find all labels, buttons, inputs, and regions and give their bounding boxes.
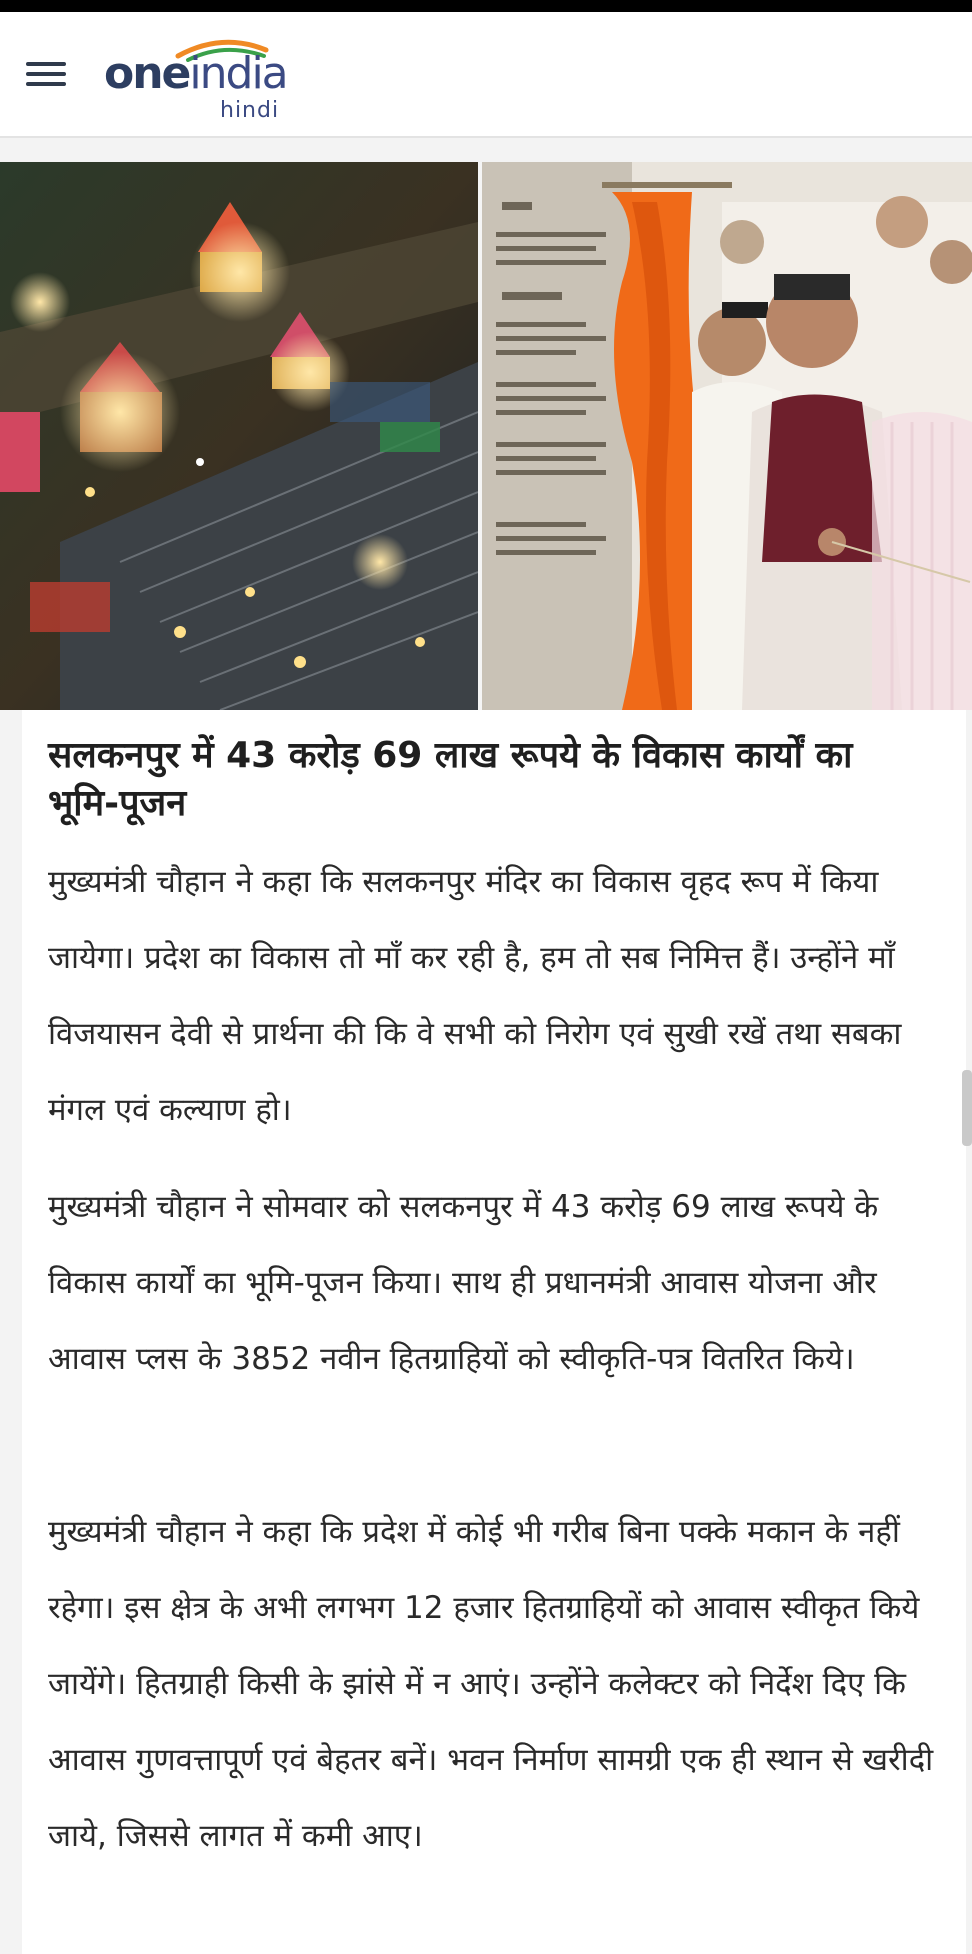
temple-aerial-photo bbox=[0, 162, 478, 710]
plaque-unveiling-photo bbox=[482, 162, 972, 710]
hamburger-menu-icon[interactable] bbox=[22, 52, 68, 98]
article-paragraph-1: मुख्यमंत्री चौहान ने कहा कि सलकनपुर मंदि… bbox=[48, 864, 902, 1128]
scrollbar-thumb[interactable] bbox=[962, 1070, 972, 1146]
logo-wordmark: oneindia bbox=[104, 48, 289, 99]
article-body: सलकनपुर में 43 करोड़ 69 लाख रूपये के विक… bbox=[22, 710, 966, 1954]
hero-image-collage bbox=[0, 162, 972, 710]
logo-subtitle: hindi bbox=[220, 98, 280, 123]
article-paragraph-2: मुख्यमंत्री चौहान ने सोमवार को सलकनपुर म… bbox=[48, 1189, 879, 1377]
site-header: oneindia hindi bbox=[0, 12, 972, 138]
article-headline: सलकनपुर में 43 करोड़ 69 लाख रूपये के विक… bbox=[48, 735, 853, 824]
status-bar bbox=[0, 0, 972, 12]
oneindia-hindi-logo[interactable]: oneindia hindi bbox=[104, 32, 304, 128]
article-paragraph-3: मुख्यमंत्री चौहान ने कहा कि प्रदेश में क… bbox=[48, 1514, 934, 1854]
